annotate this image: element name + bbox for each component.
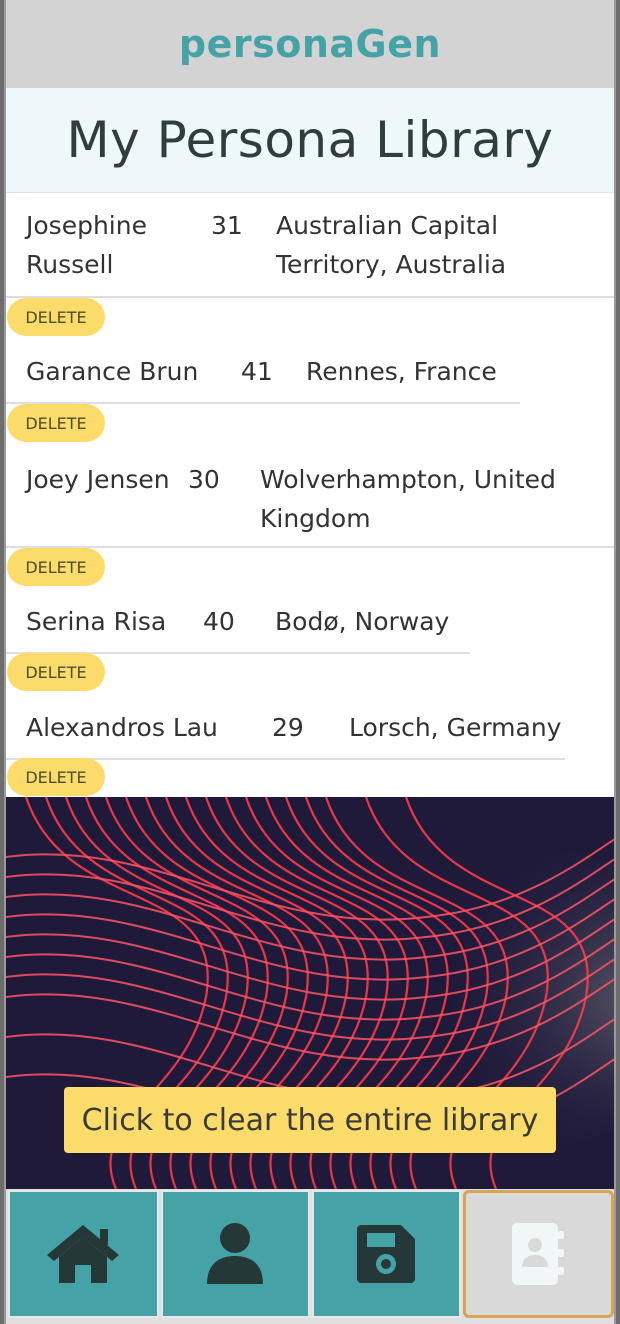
nav-save-button[interactable] (311, 1190, 461, 1318)
app-title: personaGen (178, 22, 442, 66)
app-frame: personaGen My Persona Library Josephine … (4, 0, 616, 1324)
nav-home-button[interactable] (8, 1190, 159, 1318)
persona-age: 30 (188, 465, 220, 494)
persona-location: Wolverhampton, United Kingdom (260, 465, 556, 533)
persona-age: 31 (211, 211, 243, 240)
clear-library-button[interactable]: Click to clear the entire library (64, 1087, 556, 1153)
delete-button[interactable]: DELETE (7, 404, 105, 442)
delete-button[interactable]: DELETE (7, 548, 105, 586)
persona-name: Garance Brun (26, 357, 199, 386)
delete-button[interactable]: DELETE (7, 758, 105, 796)
persona-name: Alexandros Lau (26, 713, 218, 742)
persona-name: Serina Risa (26, 607, 167, 636)
nav-persona-button[interactable] (160, 1190, 310, 1318)
persona-name: Josephine Russell (26, 211, 147, 279)
bottom-nav (6, 1189, 614, 1324)
user-icon (205, 1222, 265, 1286)
home-icon (45, 1223, 121, 1285)
floppy-disk-icon (357, 1225, 416, 1283)
address-book-icon (510, 1221, 566, 1287)
delete-button[interactable]: DELETE (7, 298, 105, 336)
nav-library-button[interactable] (462, 1190, 614, 1318)
persona-row: Josephine Russell 31 Australian Capital … (6, 194, 614, 298)
page-title: My Persona Library (66, 111, 554, 169)
persona-age: 29 (272, 713, 304, 742)
persona-age: 41 (241, 357, 273, 386)
persona-location: Australian Capital Territory, Australia (276, 211, 507, 279)
app-header: personaGen (6, 0, 614, 88)
persona-location: Bodø, Norway (275, 607, 450, 636)
delete-button[interactable]: DELETE (7, 653, 105, 691)
persona-name: Joey Jensen (26, 465, 170, 494)
persona-location: Lorsch, Germany (349, 713, 562, 742)
library-header: My Persona Library (6, 88, 614, 193)
persona-location: Rennes, France (306, 357, 497, 386)
persona-age: 40 (203, 607, 235, 636)
